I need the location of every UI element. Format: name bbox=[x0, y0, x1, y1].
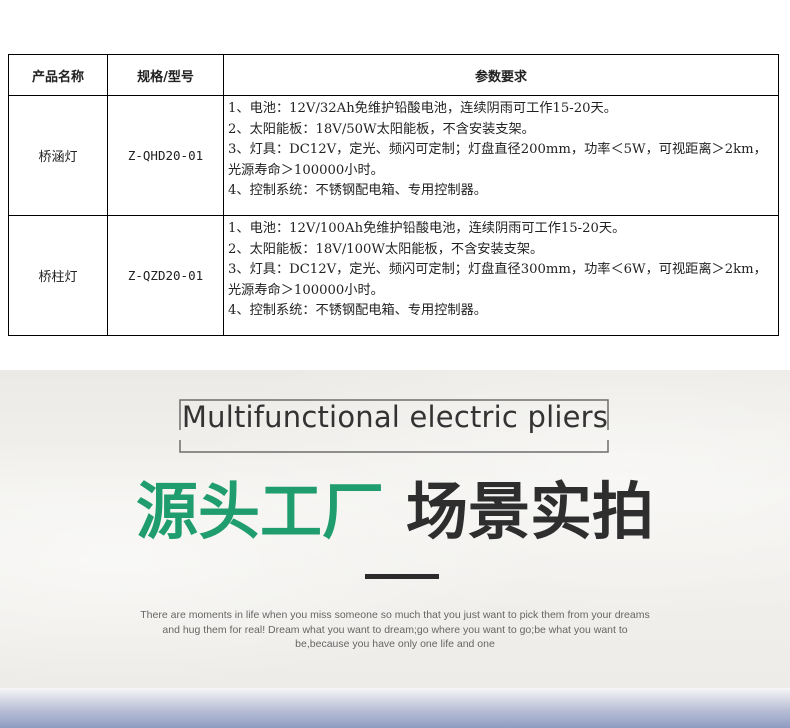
banner-headline: 源头工厂 场景实拍 bbox=[0, 474, 790, 550]
header-product-name: 产品名称 bbox=[8, 54, 108, 96]
divider-bar bbox=[365, 574, 439, 579]
params-cell: 1、电池：12V/100Ah免维护铅酸电池，连续阴雨可工作15-20天。 2、太… bbox=[223, 215, 779, 336]
table-header-row: 产品名称 规格/型号 参数要求 bbox=[8, 54, 779, 96]
product-name-cell: 桥涵灯 bbox=[8, 95, 108, 216]
table-row: 桥柱灯 Z-QZD20-01 1、电池：12V/100Ah免维护铅酸电池，连续阴… bbox=[8, 215, 779, 336]
factory-banner: Multifunctional electric pliers 源头工厂 场景实拍… bbox=[0, 370, 790, 688]
param-line: 1、电池：12V/100Ah免维护铅酸电池，连续阴雨可工作15-20天。 bbox=[228, 221, 626, 236]
params-cell: 1、电池：12V/32Ah免维护铅酸电池，连续阴雨可工作15-20天。 2、太阳… bbox=[223, 95, 779, 216]
param-line: 4、控制系统：不锈钢配电箱、专用控制器。 bbox=[228, 183, 487, 198]
headline-green: 源头工厂 bbox=[135, 475, 384, 548]
banner-quote: There are moments in life when you miss … bbox=[140, 609, 650, 650]
product-name-cell: 桥柱灯 bbox=[8, 215, 108, 336]
param-line: 4、控制系统：不锈钢配电箱、专用控制器。 bbox=[228, 303, 487, 318]
banner-title: Multifunctional electric pliers bbox=[181, 400, 609, 434]
headline-dark: 场景实拍 bbox=[406, 475, 655, 548]
param-line: 1、电池：12V/32Ah免维护铅酸电池，连续阴雨可工作15-20天。 bbox=[228, 101, 617, 116]
model-cell: Z-QHD20-01 bbox=[107, 95, 224, 216]
table-row: 桥涵灯 Z-QHD20-01 1、电池：12V/32Ah免维护铅酸电池，连续阴雨… bbox=[8, 95, 779, 216]
header-model: 规格/型号 bbox=[107, 54, 224, 96]
param-line: 3、灯具：DC12V，定光、频闪可定制；灯盘直径300mm，功率＜6W，可视距离… bbox=[228, 262, 767, 298]
header-params: 参数要求 bbox=[223, 54, 779, 96]
param-line: 2、太阳能板：18V/100W太阳能板，不含安装支架。 bbox=[228, 241, 544, 257]
model-cell: Z-QZD20-01 bbox=[107, 215, 224, 336]
next-image-strip bbox=[0, 688, 790, 728]
spec-table: 产品名称 规格/型号 参数要求 桥涵灯 Z-QHD20-01 1、电池：12V/… bbox=[8, 54, 779, 336]
param-line: 3、灯具：DC12V，定光、频闪可定制；灯盘直径200mm，功率＜5W，可视距离… bbox=[228, 142, 767, 178]
param-line: 2、太阳能板：18V/50W太阳能板，不含安装支架。 bbox=[228, 121, 535, 137]
